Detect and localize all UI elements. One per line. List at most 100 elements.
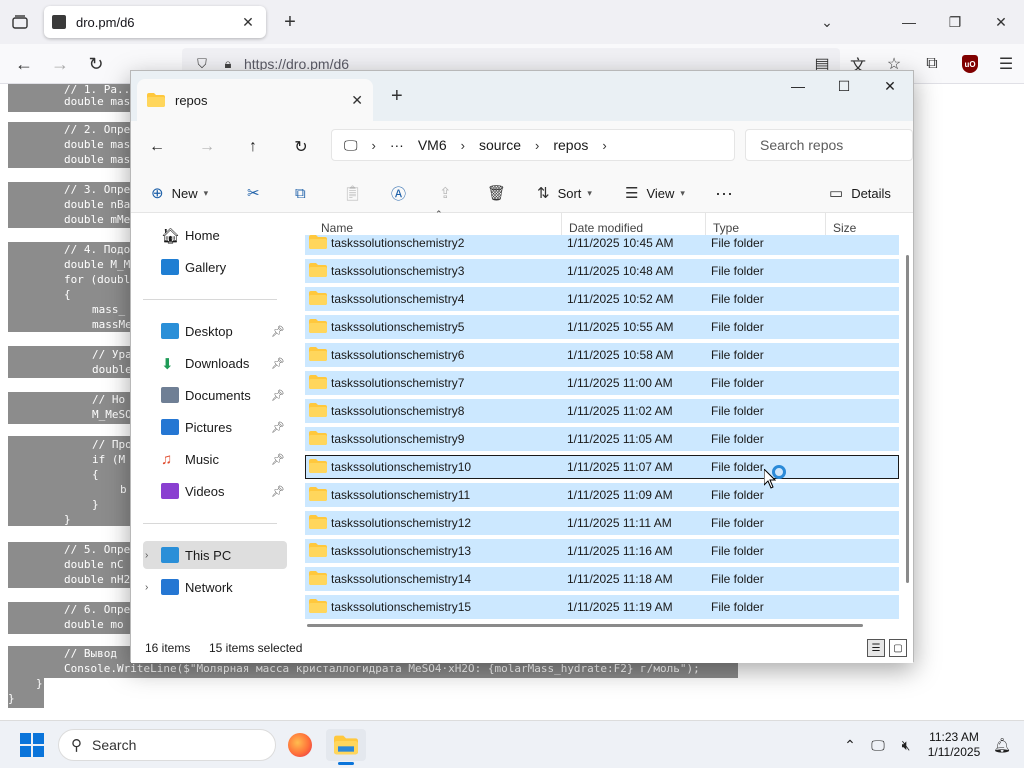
paste-button[interactable]: 📋︎ <box>343 179 370 207</box>
clock[interactable]: 11:23 AM 1/11/2025 <box>920 730 988 760</box>
nav-label: Documents <box>185 387 251 403</box>
nav-item-gallery[interactable]: Gallery <box>143 253 287 281</box>
pin-icon[interactable]: 📌︎ <box>271 421 285 434</box>
list-all-tabs-icon[interactable]: ⌄ <box>804 0 850 44</box>
expand-chevron-icon[interactable]: › <box>145 582 148 593</box>
menu-icon[interactable]: ☰ <box>988 44 1024 84</box>
horizontal-scrollbar[interactable] <box>307 624 863 627</box>
nav-item-home[interactable]: 🏠︎ Home <box>143 221 287 249</box>
firefox-app[interactable] <box>280 729 320 761</box>
breadcrumb-item[interactable]: repos <box>553 137 588 153</box>
up-icon[interactable]: ↑ <box>241 135 265 159</box>
new-button[interactable]: ⊕ New ▾ <box>151 179 208 207</box>
rename-button[interactable]: Ⓐ <box>391 179 414 207</box>
table-row[interactable]: taskssolutionschemistry14 1/11/2025 11:18… <box>305 567 899 591</box>
new-tab-button[interactable]: + <box>278 10 302 34</box>
tiles-view-icon[interactable]: ▢ <box>889 639 907 657</box>
ublock-icon[interactable]: uO <box>952 44 988 84</box>
pin-icon[interactable]: 📌︎ <box>271 357 285 370</box>
more-path-icon[interactable]: ··· <box>390 137 404 153</box>
restore-window-button[interactable]: ❐ <box>932 0 978 44</box>
chevron-right-icon[interactable]: › <box>461 138 465 153</box>
nav-item-pictures[interactable]: Pictures 📌︎ <box>143 413 287 441</box>
chevron-right-icon[interactable]: › <box>372 138 376 153</box>
details-view-icon[interactable]: ☰ <box>867 639 885 657</box>
nav-item-network[interactable]: › Network <box>143 573 287 601</box>
monitor-icon[interactable]: 🖵︎ <box>344 137 358 154</box>
pin-icon[interactable]: 📌︎ <box>271 453 285 466</box>
table-row[interactable]: taskssolutionschemistry2 1/11/2025 10:45 … <box>305 235 899 255</box>
close-explorer-button[interactable]: ✕ <box>867 71 913 101</box>
table-row[interactable]: taskssolutionschemistry5 1/11/2025 10:55 … <box>305 315 899 339</box>
pin-icon[interactable]: 📌︎ <box>271 325 285 338</box>
table-row[interactable]: taskssolutionschemistry3 1/11/2025 10:48 … <box>305 259 899 283</box>
explorer-tab[interactable]: repos ✕ <box>137 79 373 121</box>
table-row[interactable]: taskssolutionschemistry8 1/11/2025 11:02 … <box>305 399 899 423</box>
back-icon[interactable]: ← <box>145 135 169 159</box>
minimize-window-button[interactable]: — <box>886 0 932 44</box>
reload-icon[interactable]: ↻ <box>84 52 108 76</box>
copy-icon: ⧉ <box>295 184 306 202</box>
close-tab-icon[interactable]: ✕ <box>238 12 258 32</box>
chevron-right-icon[interactable]: › <box>602 138 606 153</box>
tab-overview-icon[interactable] <box>8 10 32 34</box>
table-row[interactable]: taskssolutionschemistry9 1/11/2025 11:05 … <box>305 427 899 451</box>
desktop-icon <box>161 323 179 339</box>
column-name[interactable]: Name <box>321 221 353 235</box>
table-row[interactable]: taskssolutionschemistry10 1/11/2025 11:07… <box>305 455 899 479</box>
browser-tab[interactable]: dro.pm/d6 ✕ <box>44 6 266 38</box>
sort-button[interactable]: ⇅ Sort ▾ <box>537 179 592 207</box>
table-row[interactable]: taskssolutionschemistry7 1/11/2025 11:00 … <box>305 371 899 395</box>
file-explorer-app[interactable] <box>326 729 366 765</box>
breadcrumb[interactable]: 🖵︎ › ··· VM6 › source › repos › <box>331 129 735 161</box>
nav-item-this-pc[interactable]: › This PC <box>143 541 287 569</box>
refresh-icon[interactable]: ↻ <box>289 135 313 159</box>
column-date[interactable]: Date modified <box>569 221 643 235</box>
nav-item-videos[interactable]: Videos 📌︎ <box>143 477 287 505</box>
search-input[interactable]: Search repos <box>745 129 913 161</box>
minimize-explorer-button[interactable]: — <box>775 71 821 101</box>
extensions-icon[interactable]: ⧉ <box>912 44 952 84</box>
taskbar: ⚲ Search ⌃ 🖵︎ 🔇︎ 11:23 AM 1/11/2025 🔔︎ <box>0 720 1024 768</box>
file-list: Name ⌃ Date modified Type Size taskssolu… <box>299 209 913 631</box>
column-type[interactable]: Type <box>713 221 739 235</box>
volume-muted-icon[interactable]: 🔇︎ <box>892 737 920 754</box>
table-row[interactable]: taskssolutionschemistry13 1/11/2025 11:16… <box>305 539 899 563</box>
start-button[interactable] <box>20 733 44 757</box>
nav-item-downloads[interactable]: ⬇ Downloads 📌︎ <box>143 349 287 377</box>
delete-button[interactable]: 🗑︎ <box>487 179 514 207</box>
vertical-scrollbar[interactable] <box>906 255 909 583</box>
copy-button[interactable]: ⧉ <box>295 179 314 207</box>
table-row[interactable]: taskssolutionschemistry12 1/11/2025 11:11… <box>305 511 899 535</box>
maximize-explorer-button[interactable]: ☐ <box>821 71 867 101</box>
taskbar-search[interactable]: ⚲ Search <box>58 729 276 761</box>
pin-icon[interactable]: 📌︎ <box>271 389 285 402</box>
expand-chevron-icon[interactable]: › <box>145 550 148 561</box>
nav-item-music[interactable]: ♫ Music 📌︎ <box>143 445 287 473</box>
table-row[interactable]: taskssolutionschemistry15 1/11/2025 11:19… <box>305 595 899 619</box>
more-options-button[interactable]: ··· <box>715 179 733 207</box>
chevron-up-icon[interactable]: ⌃ <box>836 737 864 754</box>
close-tab-icon[interactable]: ✕ <box>351 92 363 109</box>
forward-icon[interactable]: → <box>195 135 219 159</box>
table-row[interactable]: taskssolutionschemistry4 1/11/2025 10:52 … <box>305 287 899 311</box>
breadcrumb-item[interactable]: source <box>479 137 521 153</box>
new-explorer-tab-button[interactable]: + <box>391 85 403 108</box>
chevron-right-icon[interactable]: › <box>535 138 539 153</box>
pin-icon[interactable]: 📌︎ <box>271 485 285 498</box>
column-size[interactable]: Size <box>833 221 856 235</box>
notification-bell-icon[interactable]: 🔔︎ <box>988 737 1016 754</box>
view-button[interactable]: ☰ View ▾ <box>625 179 685 207</box>
breadcrumb-item[interactable]: VM6 <box>418 137 447 153</box>
back-icon[interactable]: ← <box>12 52 36 76</box>
details-button[interactable]: ▭ Details <box>829 179 891 207</box>
forward-icon[interactable]: → <box>48 52 72 76</box>
nav-item-desktop[interactable]: Desktop 📌︎ <box>143 317 287 345</box>
table-row[interactable]: taskssolutionschemistry11 1/11/2025 11:09… <box>305 483 899 507</box>
network-status-icon[interactable]: 🖵︎ <box>864 737 892 754</box>
table-row[interactable]: taskssolutionschemistry6 1/11/2025 10:58 … <box>305 343 899 367</box>
share-button[interactable]: ⇪ <box>439 179 460 207</box>
cut-button[interactable]: ✂ <box>247 179 268 207</box>
nav-item-documents[interactable]: Documents 📌︎ <box>143 381 287 409</box>
close-window-button[interactable]: ✕ <box>978 0 1024 44</box>
